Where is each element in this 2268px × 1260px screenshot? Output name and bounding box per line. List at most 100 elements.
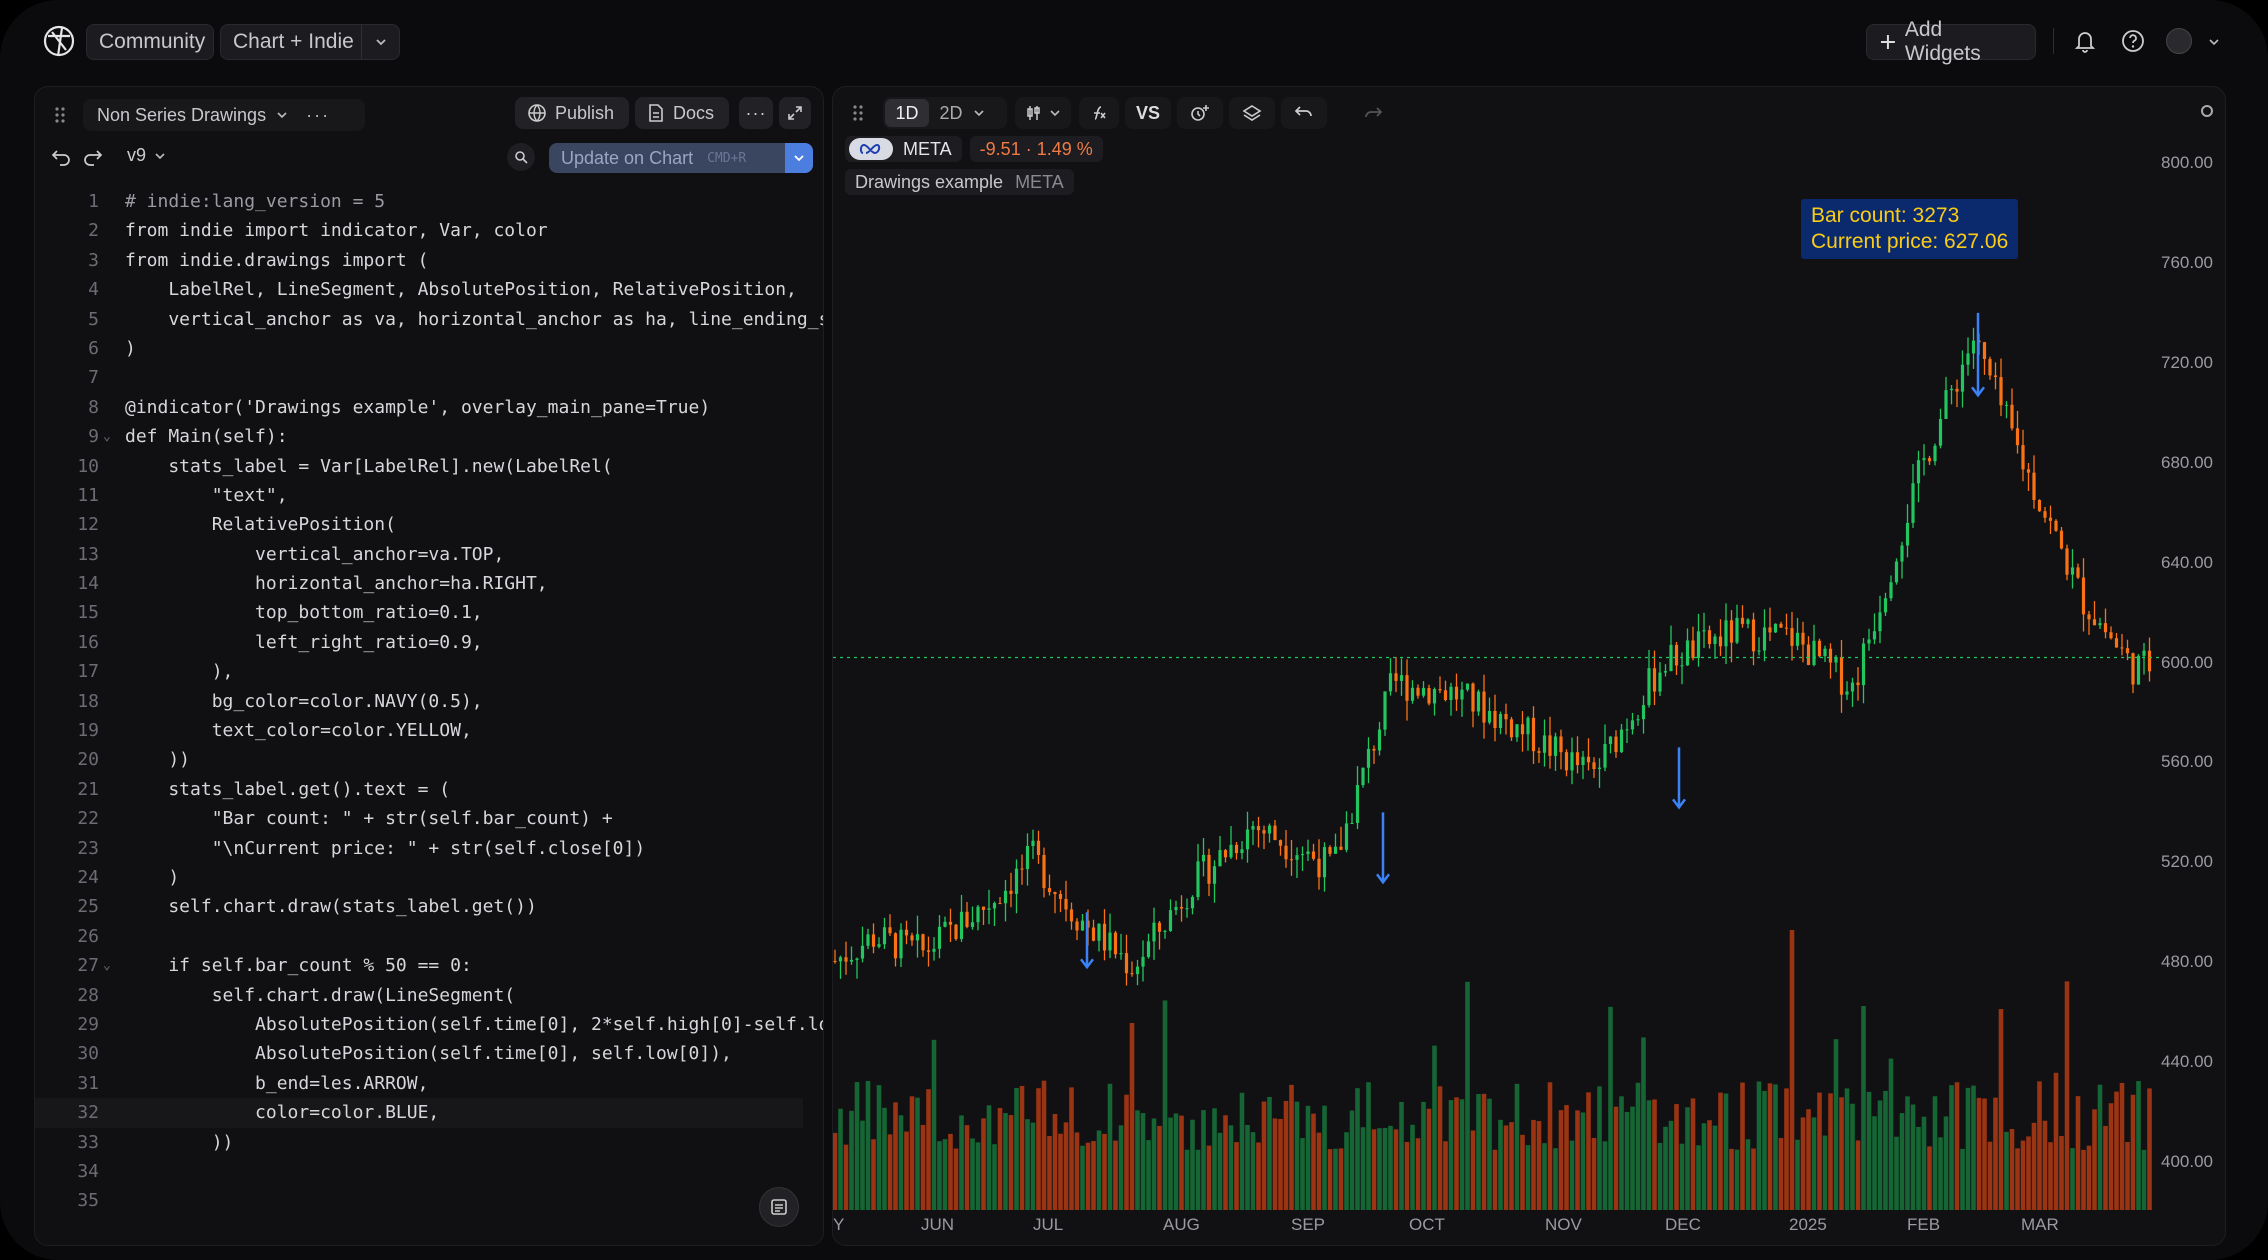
editor-more-button[interactable]: ··· [739, 97, 773, 129]
app-window: Community Chart + Indie Add Widgets Non … [0, 0, 2268, 1260]
code-line[interactable]: 10 stats_label = Var[LabelRel].new(Label… [35, 452, 823, 481]
volume-bar [1283, 1100, 1289, 1210]
code-line[interactable]: 30 AbsolutePosition(self.time[0], self.l… [35, 1039, 823, 1068]
volume-bar [1503, 1125, 1509, 1210]
chevron-down-icon[interactable] [361, 25, 399, 59]
volume-bar [1118, 1125, 1124, 1210]
volume-bar [2125, 1142, 2130, 1210]
code-line[interactable]: 24 ) [35, 863, 823, 892]
code-text: from indie.drawings import ( [125, 249, 429, 271]
console-button[interactable] [759, 1187, 799, 1227]
docs-button[interactable]: Docs [635, 97, 729, 129]
code-line[interactable]: 17 ), [35, 657, 823, 686]
code-line[interactable]: 6) [35, 334, 823, 363]
candle-body [1190, 896, 1195, 909]
code-text: "text", [125, 484, 288, 506]
code-line[interactable]: 21 stats_label.get().text = ( [35, 775, 823, 804]
code-line[interactable]: 29 AbsolutePosition(self.time[0], 2*self… [35, 1010, 823, 1039]
code-line[interactable]: 11 "text", [35, 481, 823, 510]
version-selector[interactable]: v9 [127, 145, 166, 166]
candle-body [1388, 673, 1393, 692]
undo-icon[interactable] [51, 147, 73, 167]
candle-body [1933, 445, 1937, 462]
code-line[interactable]: 8 @indicator('Drawings example', overlay_… [35, 393, 823, 422]
fold-chevron-icon[interactable]: ⌄ [103, 422, 111, 451]
code-line[interactable]: 20 )) [35, 745, 823, 774]
community-button[interactable]: Community [86, 24, 214, 60]
volume-bar [1261, 1101, 1267, 1210]
candle-body [1284, 845, 1288, 860]
candle-body [1020, 868, 1024, 870]
code-line[interactable]: 27 ⌄ if self.bar_count % 50 == 0: [35, 951, 823, 980]
code-area[interactable]: 1 # indie:lang_version = 5 2 from indie imp… [35, 187, 823, 1216]
notifications-bell-icon[interactable] [2072, 28, 2098, 54]
candle-body [1449, 686, 1453, 701]
code-line[interactable]: 31 b_end=les.ARROW, [35, 1069, 823, 1098]
code-line[interactable]: 7 [35, 363, 823, 392]
add-widgets-button[interactable]: Add Widgets [1866, 18, 2036, 65]
help-icon[interactable] [2120, 28, 2146, 54]
user-avatar[interactable] [2166, 28, 2192, 54]
candle-body [1383, 691, 1387, 730]
candle-body [1911, 483, 1915, 523]
chart-indie-selector[interactable]: Chart + Indie [220, 24, 400, 60]
expand-icon [788, 106, 802, 120]
volume-bar [2092, 1109, 2097, 1210]
account-chevron-down-icon[interactable] [2208, 36, 2220, 48]
app-logo-icon[interactable] [40, 22, 78, 60]
code-line[interactable]: 14 horizontal_anchor=ha.RIGHT, [35, 569, 823, 598]
script-selector[interactable]: Non Series Drawings ··· [83, 99, 365, 131]
update-on-chart-button[interactable]: Update on Chart CMD+R [549, 143, 813, 173]
volume-bar [1052, 1113, 1058, 1210]
volume-bar [1734, 1149, 1740, 1210]
code-line[interactable]: 22 "Bar count: " + str(self.bar_count) + [35, 804, 823, 833]
code-line[interactable]: 26 [35, 922, 823, 951]
volume-bar [1047, 1135, 1052, 1210]
volume-bar [2026, 1136, 2031, 1210]
redo-icon[interactable] [81, 147, 103, 167]
candle-body [1339, 846, 1343, 850]
code-line[interactable]: 3 from indie.drawings import ( [35, 246, 823, 275]
candle-body [1746, 619, 1750, 624]
candle-body [1735, 617, 1739, 643]
code-line[interactable]: 19 text_color=color.YELLOW, [35, 716, 823, 745]
price-chart[interactable] [833, 87, 2226, 1246]
price-tick-label: 440.00 [2161, 1052, 2213, 1072]
code-line[interactable]: 13 vertical_anchor=va.TOP, [35, 540, 823, 569]
fold-chevron-icon[interactable]: ⌄ [103, 951, 111, 980]
search-button[interactable] [507, 143, 535, 171]
code-line[interactable]: 4 LabelRel, LineSegment, AbsolutePositio… [35, 275, 823, 304]
candle-body [998, 903, 1002, 905]
publish-button[interactable]: Publish [515, 97, 629, 129]
code-line[interactable]: 9 ⌄ def Main(self): [35, 422, 823, 451]
code-line[interactable]: 18 bg_color=color.NAVY(0.5), [35, 687, 823, 716]
code-line[interactable]: 35 [35, 1186, 823, 1215]
more-options-icon[interactable]: ··· [306, 105, 330, 126]
code-line[interactable]: 1 # indie:lang_version = 5 [35, 187, 823, 216]
candle-body [1801, 632, 1805, 645]
code-line[interactable]: 5 vertical_anchor as va, horizontal_anch… [35, 305, 823, 334]
community-label: Community [99, 30, 206, 53]
volume-bar [833, 1132, 838, 1210]
code-line[interactable]: 34 [35, 1157, 823, 1186]
code-line[interactable]: 12 RelativePosition( [35, 510, 823, 539]
update-options-button[interactable] [785, 143, 813, 173]
code-line[interactable]: 32 color=color.BLUE, [35, 1098, 823, 1127]
code-line[interactable]: 16 left_right_ratio=0.9, [35, 628, 823, 657]
expand-editor-button[interactable] [779, 97, 811, 129]
code-line[interactable]: 23 "\nCurrent price: " + str(self.close[… [35, 834, 823, 863]
candle-body [1443, 690, 1448, 701]
time-tick-label: AUG [1163, 1215, 1200, 1234]
candle-body [1355, 785, 1360, 824]
code-line[interactable]: 15 top_bottom_ratio=0.1, [35, 598, 823, 627]
code-line[interactable]: 28 self.chart.draw(LineSegment( [35, 981, 823, 1010]
code-line[interactable]: 25 self.chart.draw(stats_label.get()) [35, 892, 823, 921]
code-line[interactable]: 33 )) [35, 1128, 823, 1157]
volume-bar [1850, 1103, 1855, 1210]
candle-body [1674, 644, 1679, 666]
line-number: 11 [77, 484, 99, 506]
drag-handle-icon[interactable] [53, 105, 67, 125]
candle-body [1630, 720, 1635, 730]
code-line[interactable]: 2 from indie import indicator, Var, color [35, 216, 823, 245]
candle-body [1394, 673, 1398, 681]
